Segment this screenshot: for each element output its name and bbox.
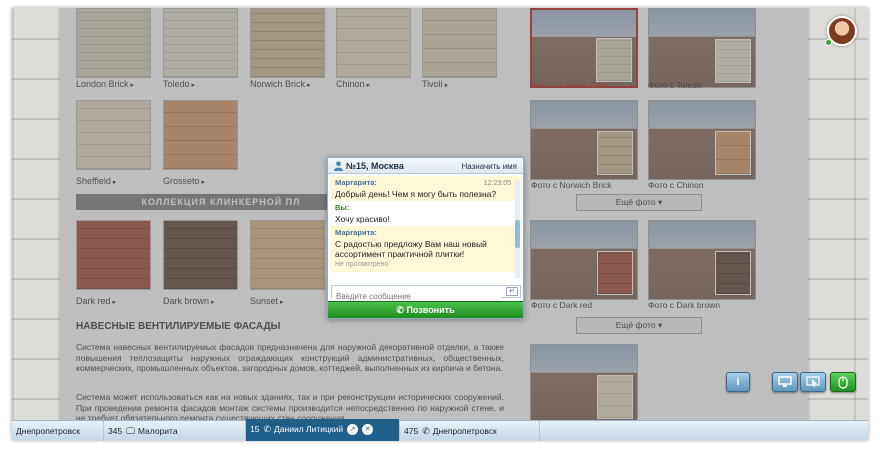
tile-label-norwich-brick[interactable]: Norwich Brick bbox=[250, 79, 310, 89]
photo-inset bbox=[597, 375, 633, 419]
photo-inset bbox=[597, 131, 633, 175]
send-icon[interactable]: ↵ bbox=[506, 287, 518, 296]
tile-toledo[interactable] bbox=[163, 8, 238, 78]
assign-name-link[interactable]: Назначить имя bbox=[462, 162, 518, 171]
tile-label-london-brick[interactable]: London Brick bbox=[76, 79, 134, 89]
more-photos-button-2[interactable]: Ещё фото ▾ bbox=[576, 317, 702, 334]
photo-chinon[interactable] bbox=[648, 100, 756, 180]
message-text: Добрый день! Чем я могу быть полезна? bbox=[335, 188, 497, 199]
online-status-dot bbox=[825, 39, 832, 46]
mouse-icon bbox=[838, 376, 848, 389]
chat-message: Маргарита: С радостью предложу Вам наш н… bbox=[330, 226, 521, 272]
brick-background-left bbox=[12, 8, 60, 440]
photo-label-london-brick[interactable]: Фото с London Brick bbox=[531, 80, 609, 90]
photo-norwich-brick[interactable] bbox=[530, 100, 638, 180]
chat-messages: Маргарита: 12:23:05 Добрый день! Чем я м… bbox=[330, 176, 521, 281]
chat-scrollbar-thumb[interactable] bbox=[515, 220, 520, 248]
tile-label-dark-red[interactable]: Dark red bbox=[76, 296, 116, 306]
photo-toledo[interactable] bbox=[648, 8, 756, 88]
more-photos-button[interactable]: Ещё фото ▾ bbox=[576, 194, 702, 211]
chevron-down-icon: ▾ bbox=[657, 197, 663, 207]
visitor-tab-dnepropetrovsk-2[interactable]: 475 ✆ Днепропетровск bbox=[400, 421, 540, 441]
chat-header[interactable]: №15, Москва Назначить имя bbox=[328, 158, 523, 174]
visitor-taskbar: Днепропетровск 345 🖵 Малорита 15 ✆ Даниил Ли… bbox=[12, 419, 868, 441]
visitor-tab-label: Даниил Литицкий bbox=[274, 424, 344, 434]
clinker-collection-header: КОЛЛЕКЦИЯ КЛИНКЕРНОЙ ПЛ bbox=[76, 194, 366, 210]
photo-inset bbox=[597, 251, 633, 295]
phone-icon: ✆ bbox=[422, 426, 430, 436]
tile-chinon[interactable] bbox=[336, 8, 411, 78]
photo-facade[interactable] bbox=[530, 344, 638, 424]
message-time: 12:23:05 bbox=[483, 180, 511, 187]
tile-label-chinon[interactable]: Chinon bbox=[336, 79, 370, 89]
chat-message: Вы: Хочу красиво! bbox=[330, 201, 521, 226]
monitor-icon bbox=[778, 376, 792, 387]
visitor-tab-number: 15 bbox=[250, 424, 260, 434]
more-photos-label: Ещё фото bbox=[615, 320, 656, 330]
transfer-icon[interactable]: ↗ bbox=[347, 424, 359, 436]
visitor-tab-number: 475 bbox=[404, 426, 419, 436]
tile-label-grosseto[interactable]: Grosseto bbox=[163, 176, 205, 186]
visitor-tab-number: 345 bbox=[108, 426, 123, 436]
photo-london-brick[interactable] bbox=[530, 8, 638, 88]
tile-sheffield[interactable] bbox=[76, 100, 151, 170]
photo-label-norwich-brick[interactable]: Фото с Norwich Brick bbox=[531, 180, 611, 190]
visitor-tab-label: Днепропетровск bbox=[16, 426, 81, 436]
tile-label-sheffield[interactable]: Sheffield bbox=[76, 176, 116, 186]
screen-share-button[interactable] bbox=[772, 372, 798, 392]
phone-icon: ✆ bbox=[396, 305, 404, 315]
photo-inset bbox=[715, 131, 751, 175]
photo-label-dark-red[interactable]: Фото с Dark red bbox=[531, 300, 592, 310]
tile-label-tivoli[interactable]: Tivoli bbox=[422, 79, 448, 89]
chat-message: Маргарита: 12:23:05 Добрый день! Чем я м… bbox=[330, 176, 521, 201]
call-button-label: Позвонить bbox=[406, 305, 455, 315]
info-icon: i bbox=[736, 376, 740, 388]
message-author: Вы: bbox=[335, 203, 350, 212]
phone-icon: ✆ bbox=[263, 424, 272, 434]
photo-label-toledo[interactable]: Фото с Toledo bbox=[648, 80, 702, 90]
photo-inset bbox=[715, 251, 751, 295]
message-text: С радостью предложу Вам наш новый ассорт… bbox=[335, 238, 487, 260]
article-heading: НАВЕСНЫЕ ВЕНТИЛИРУЕМЫЕ ФАСАДЫ bbox=[76, 321, 281, 332]
tile-dark-brown[interactable] bbox=[163, 220, 238, 290]
chevron-down-icon: ▾ bbox=[657, 320, 663, 330]
visitor-tab-active[interactable]: 15 ✆ Даниил Литицкий ↗ ✕ bbox=[246, 419, 400, 441]
visitor-tab-malorita[interactable]: 345 🖵 Малорита bbox=[104, 421, 246, 441]
chat-window: №15, Москва Назначить имя Маргарита: 12:… bbox=[327, 157, 524, 319]
photo-inset bbox=[715, 39, 751, 83]
tile-label-toledo[interactable]: Toledo bbox=[163, 79, 195, 89]
photo-inset bbox=[596, 38, 632, 82]
photo-dark-brown[interactable] bbox=[648, 220, 756, 300]
cursor-share-button[interactable] bbox=[800, 372, 826, 392]
tile-london-brick[interactable] bbox=[76, 8, 151, 78]
tile-norwich-brick[interactable] bbox=[250, 8, 325, 78]
visitor-tab-dnepropetrovsk[interactable]: Днепропетровск bbox=[12, 421, 104, 441]
tile-sunset[interactable] bbox=[250, 220, 325, 290]
call-button[interactable]: ✆ Позвонить bbox=[328, 301, 523, 318]
visitor-tab-label: Малорита bbox=[137, 426, 178, 436]
photo-label-dark-brown[interactable]: Фото с Dark brown bbox=[648, 300, 720, 310]
mouse-control-button[interactable] bbox=[830, 372, 856, 392]
message-input-box: ↵ bbox=[331, 285, 521, 302]
visitor-tab-label: Днепропетровск bbox=[432, 426, 497, 436]
article-paragraph-1: Система навесных вентилируемых фасадов п… bbox=[76, 342, 504, 373]
message-status: Не просмотрено bbox=[335, 260, 389, 268]
cursor-icon bbox=[806, 376, 820, 387]
tile-label-sunset[interactable]: Sunset bbox=[250, 296, 284, 306]
more-photos-label: Ещё фото bbox=[615, 197, 656, 207]
tile-dark-red[interactable] bbox=[76, 220, 151, 290]
tile-grosseto[interactable] bbox=[163, 100, 238, 170]
tile-label-dark-brown[interactable]: Dark brown bbox=[163, 296, 214, 306]
chat-title: №15, Москва bbox=[346, 161, 404, 171]
photo-dark-red[interactable] bbox=[530, 220, 638, 300]
close-icon[interactable]: ✕ bbox=[362, 424, 374, 436]
photo-label-chinon[interactable]: Фото с Chinon bbox=[648, 180, 703, 190]
user-icon bbox=[334, 161, 343, 171]
info-button[interactable]: i bbox=[726, 372, 750, 392]
message-author: Маргарита: bbox=[335, 228, 377, 237]
monitor-icon: 🖵 bbox=[126, 426, 135, 436]
message-text: Хочу красиво! bbox=[335, 213, 390, 224]
tile-tivoli[interactable] bbox=[422, 8, 497, 78]
